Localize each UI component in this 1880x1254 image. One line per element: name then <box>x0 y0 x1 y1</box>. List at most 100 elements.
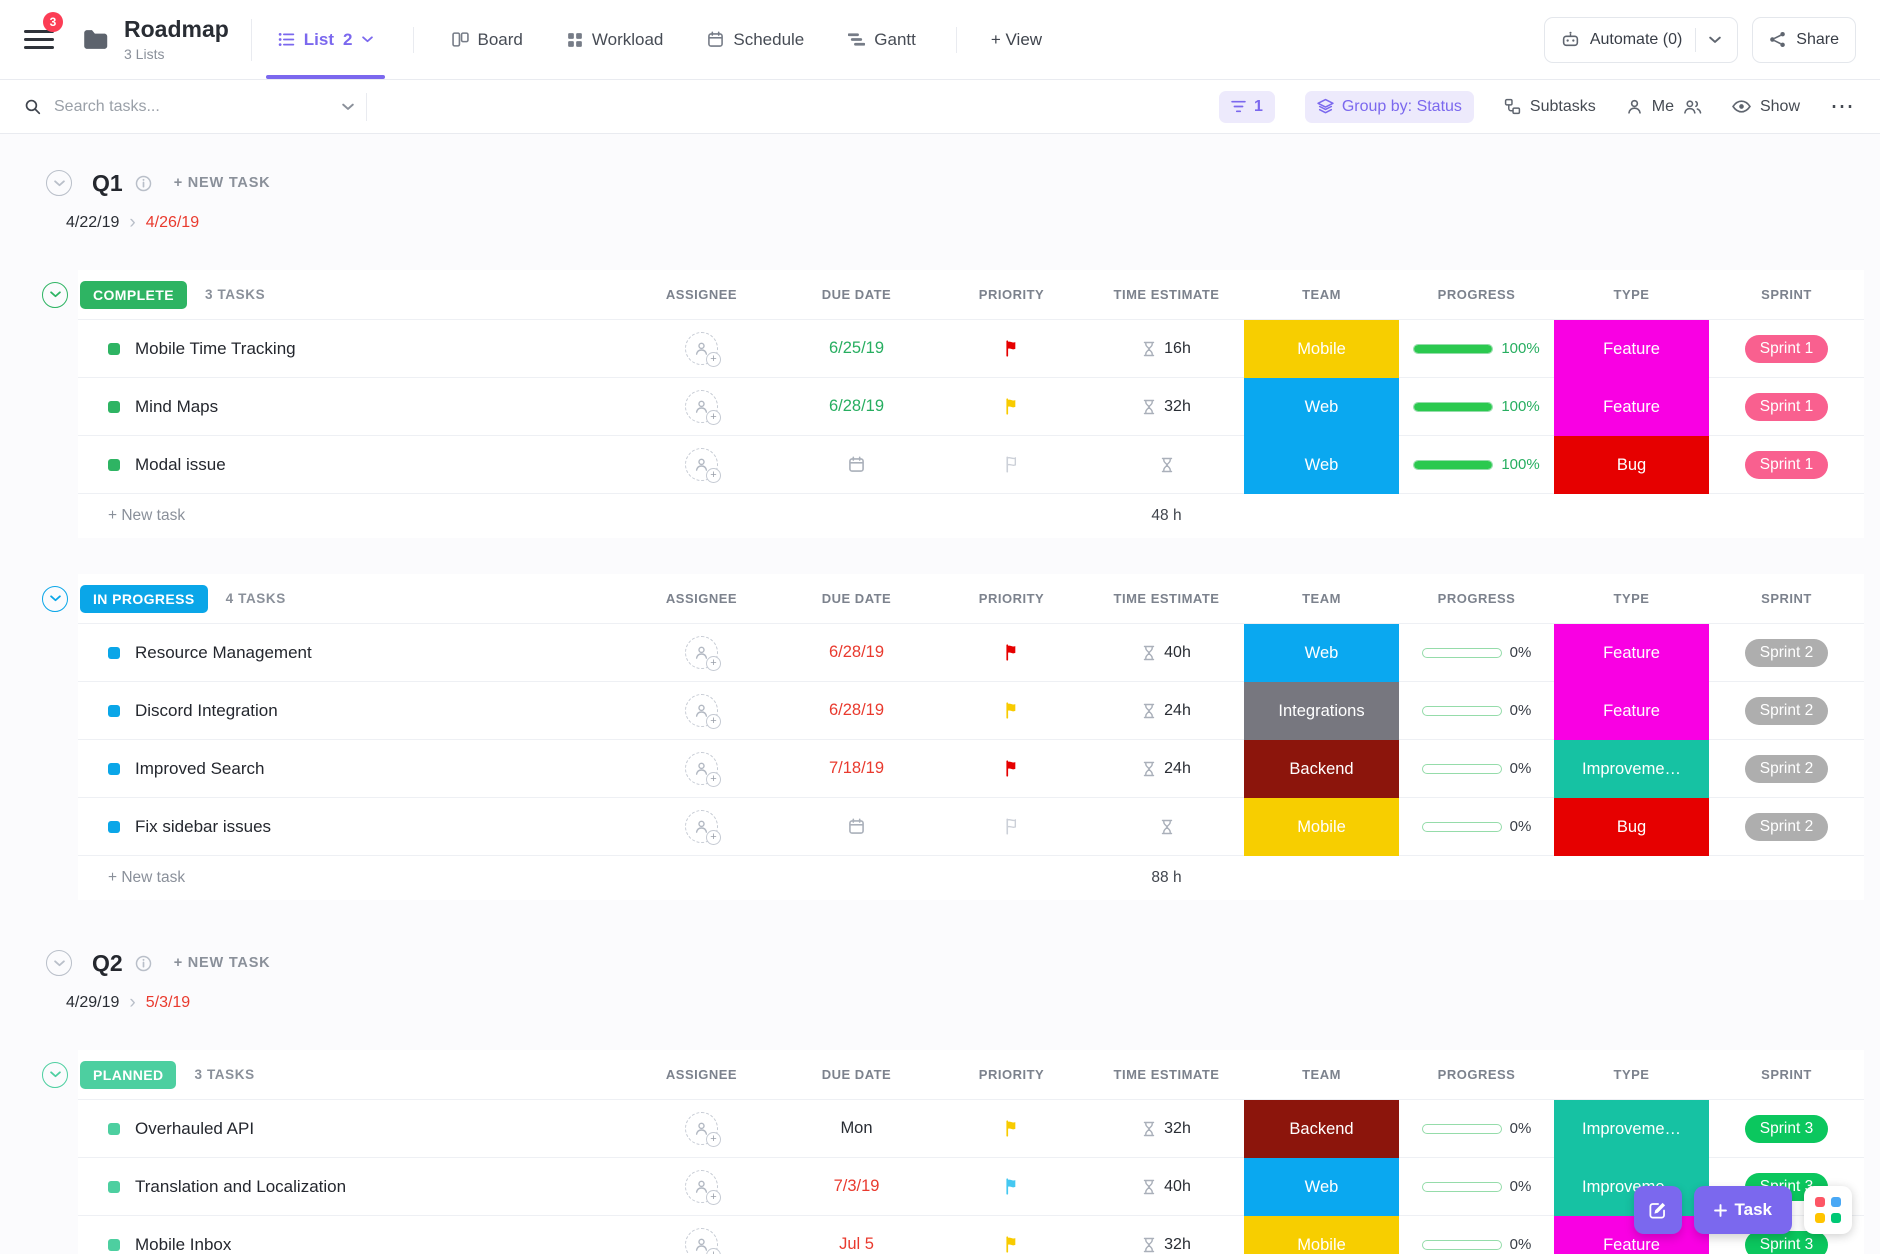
start-date[interactable]: 4/22/19 <box>66 214 119 232</box>
task-name[interactable]: Mind Maps <box>135 397 218 417</box>
assignee-cell[interactable]: + <box>624 378 779 435</box>
tab-gantt[interactable]: Gantt <box>844 0 920 79</box>
sprint-badge[interactable]: Sprint 1 <box>1745 393 1828 421</box>
column-header-type[interactable]: TYPE <box>1554 270 1709 319</box>
task-row[interactable]: Overhauled API + Mon 32h Backend 0% Impr… <box>78 1100 1864 1158</box>
add-task-link[interactable]: + New task <box>108 507 185 525</box>
me-filter-button[interactable]: Me <box>1626 98 1702 116</box>
status-square[interactable] <box>108 459 120 471</box>
column-header-sprint[interactable]: SPRINT <box>1709 574 1864 623</box>
add-task-link[interactable]: + New task <box>108 869 185 887</box>
team-tag[interactable]: Web <box>1244 624 1399 682</box>
task-row[interactable]: Mind Maps + 6/28/19 32h Web 100% Feature… <box>78 378 1864 436</box>
more-options-icon[interactable]: ⋯ <box>1830 102 1856 112</box>
collapse-section-icon[interactable] <box>46 170 72 196</box>
tab-workload[interactable]: Workload <box>563 0 668 79</box>
search-box[interactable] <box>24 98 354 116</box>
task-name[interactable]: Fix sidebar issues <box>135 817 271 837</box>
progress-cell[interactable]: 0% <box>1399 1158 1554 1215</box>
type-tag[interactable]: Improveme… <box>1554 740 1709 798</box>
add-assignee-icon[interactable]: + <box>685 810 718 843</box>
task-name[interactable]: Overhauled API <box>135 1119 254 1139</box>
time-estimate[interactable]: 32h <box>1164 1236 1191 1254</box>
hourglass-icon[interactable] <box>1160 819 1174 835</box>
assignee-cell[interactable]: + <box>624 682 779 739</box>
type-tag[interactable]: Bug <box>1554 436 1709 494</box>
priority-flag-icon[interactable] <box>1004 1236 1019 1253</box>
add-assignee-icon[interactable]: + <box>685 694 718 727</box>
priority-flag-icon[interactable] <box>1004 1120 1019 1137</box>
task-name[interactable]: Modal issue <box>135 455 226 475</box>
due-date[interactable]: Mon <box>840 1119 872 1138</box>
priority-flag-icon[interactable] <box>1004 1178 1019 1195</box>
task-row[interactable]: Mobile Time Tracking + 6/25/19 16h Mobil… <box>78 320 1864 378</box>
team-tag[interactable]: Integrations <box>1244 682 1399 740</box>
status-square[interactable] <box>108 1181 120 1193</box>
due-date[interactable]: 6/28/19 <box>829 701 884 720</box>
new-task-fab[interactable]: Task <box>1694 1186 1793 1234</box>
priority-flag-icon[interactable] <box>1004 398 1019 415</box>
column-header-team[interactable]: TEAM <box>1244 270 1399 319</box>
automate-button[interactable]: Automate (0) <box>1544 17 1738 63</box>
add-assignee-icon[interactable]: + <box>685 390 718 423</box>
sprint-badge[interactable]: Sprint 2 <box>1745 755 1828 783</box>
task-row[interactable]: Discord Integration + 6/28/19 24h Integr… <box>78 682 1864 740</box>
priority-flag-icon[interactable] <box>1004 456 1019 473</box>
column-header-assignee[interactable]: ASSIGNEE <box>624 1050 779 1099</box>
assignee-cell[interactable]: + <box>624 1158 779 1215</box>
sprint-badge[interactable]: Sprint 1 <box>1745 335 1828 363</box>
team-tag[interactable]: Web <box>1244 378 1399 436</box>
show-button[interactable]: Show <box>1732 98 1800 116</box>
time-estimate[interactable]: 24h <box>1164 760 1191 778</box>
task-name[interactable]: Resource Management <box>135 643 312 663</box>
share-button[interactable]: Share <box>1752 17 1856 63</box>
column-header-sprint[interactable]: SPRINT <box>1709 1050 1864 1099</box>
set-due-date-icon[interactable] <box>848 456 865 473</box>
filter-button[interactable]: 1 <box>1219 91 1275 123</box>
due-date[interactable]: 7/3/19 <box>834 1177 880 1196</box>
add-view-button[interactable]: + View <box>991 30 1042 50</box>
info-icon[interactable] <box>135 955 152 972</box>
task-row[interactable]: Resource Management + 6/28/19 40h Web 0%… <box>78 624 1864 682</box>
due-date[interactable]: Jul 5 <box>839 1235 874 1254</box>
subtasks-button[interactable]: Subtasks <box>1504 98 1596 116</box>
status-badge[interactable]: IN PROGRESS <box>80 585 208 613</box>
collapse-section-icon[interactable] <box>46 950 72 976</box>
type-tag[interactable]: Feature <box>1554 682 1709 740</box>
sprint-badge[interactable]: Sprint 3 <box>1745 1231 1828 1254</box>
column-header-progress[interactable]: PROGRESS <box>1399 574 1554 623</box>
column-header-type[interactable]: TYPE <box>1554 1050 1709 1099</box>
team-tag[interactable]: Web <box>1244 436 1399 494</box>
assignee-cell[interactable]: + <box>624 740 779 797</box>
sprint-badge[interactable]: Sprint 2 <box>1745 697 1828 725</box>
progress-cell[interactable]: 100% <box>1399 378 1554 435</box>
status-square[interactable] <box>108 705 120 717</box>
info-icon[interactable] <box>135 175 152 192</box>
time-estimate[interactable]: 24h <box>1164 702 1191 720</box>
collapse-group-icon[interactable] <box>42 282 68 308</box>
column-header-due-date[interactable]: DUE DATE <box>779 270 934 319</box>
chevron-down-icon[interactable] <box>1709 36 1721 44</box>
hourglass-icon[interactable] <box>1160 457 1174 473</box>
column-header-priority[interactable]: PRIORITY <box>934 270 1089 319</box>
sprint-badge[interactable]: Sprint 2 <box>1745 813 1828 841</box>
column-header-priority[interactable]: PRIORITY <box>934 574 1089 623</box>
start-date[interactable]: 4/29/19 <box>66 994 119 1012</box>
team-tag[interactable]: Backend <box>1244 740 1399 798</box>
column-header-assignee[interactable]: ASSIGNEE <box>624 270 779 319</box>
task-name[interactable]: Mobile Inbox <box>135 1235 231 1254</box>
assignee-cell[interactable]: + <box>624 1216 779 1254</box>
type-tag[interactable]: Improveme… <box>1554 1100 1709 1158</box>
collapse-group-icon[interactable] <box>42 586 68 612</box>
priority-flag-icon[interactable] <box>1004 340 1019 357</box>
team-tag[interactable]: Mobile <box>1244 798 1399 856</box>
status-square[interactable] <box>108 1239 120 1251</box>
assignee-cell[interactable]: + <box>624 1100 779 1157</box>
assignee-cell[interactable]: + <box>624 436 779 493</box>
team-tag[interactable]: Web <box>1244 1158 1399 1216</box>
add-assignee-icon[interactable]: + <box>685 1228 718 1254</box>
due-date[interactable]: 7/18/19 <box>829 759 884 778</box>
people-icon[interactable] <box>1683 98 1702 115</box>
priority-flag-icon[interactable] <box>1004 818 1019 835</box>
sprint-badge[interactable]: Sprint 1 <box>1745 451 1828 479</box>
